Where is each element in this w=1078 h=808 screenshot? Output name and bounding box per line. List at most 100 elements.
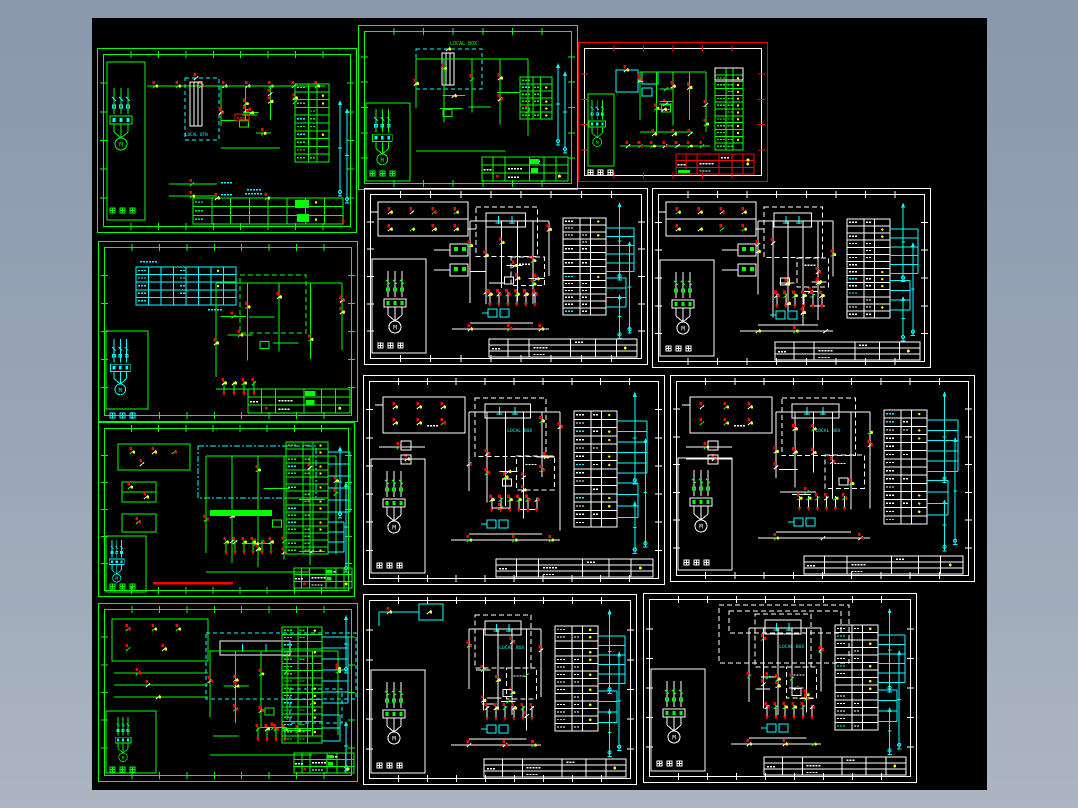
cyan-wiring-comb (878, 634, 906, 683)
motor-symbol: M (382, 471, 406, 534)
sheet-g: M LOCAL BOX (670, 375, 975, 582)
cyan-riser (900, 296, 906, 342)
sheet-l2: M (98, 241, 358, 422)
cyan-riser (607, 708, 612, 757)
schematic-label: M (119, 142, 123, 149)
schematic-label: M (681, 326, 685, 333)
schematic-label: M (381, 158, 385, 164)
terminal-table (294, 83, 330, 163)
terminal-table (562, 217, 607, 316)
title-block (293, 752, 355, 774)
cyan-wiring-comb (322, 714, 341, 742)
terminal-table (554, 625, 599, 732)
cyan-riser (344, 108, 350, 204)
title-block (763, 756, 907, 776)
cyan-wiring-comb (927, 419, 959, 472)
contact-grid-panel (370, 201, 476, 237)
cyan-riser (617, 294, 622, 339)
cyan-wiring-comb (878, 689, 898, 723)
cyan-riser (337, 446, 343, 519)
cyan-riser (607, 609, 612, 694)
cyan-riser (900, 202, 906, 283)
motor-symbol: M (689, 470, 713, 533)
sheet-e: M (652, 188, 931, 368)
sheet-c: M (578, 42, 768, 182)
cyan-wiring-comb (890, 279, 911, 311)
cyan-riser (887, 707, 892, 755)
schematic-label: LOCAL BOX (815, 428, 840, 434)
terminal-table (519, 76, 553, 120)
terminal-table (285, 441, 329, 555)
terminal-table (192, 197, 344, 225)
terminal-table (281, 626, 323, 744)
schematic-label: M (672, 735, 676, 742)
app-background: M LOCAL BTN M M M LOCAL BOX M M M M M LOCAL BOX M LOC… (0, 0, 1078, 808)
cyan-wiring-comb (598, 635, 626, 684)
cyan-riser (942, 499, 947, 552)
ladder-circuit (413, 58, 531, 152)
cyan-riser (896, 650, 902, 750)
motor-symbol: M (371, 109, 393, 166)
motor-symbol: M (109, 339, 131, 396)
terminal-table (846, 218, 891, 319)
sheet-l4: M (98, 603, 358, 782)
schematic-label: LOCAL BOX (450, 41, 477, 47)
cyan-riser (627, 241, 632, 334)
contact-row (255, 724, 289, 742)
contact-row (487, 289, 538, 308)
schematic-label: M (699, 524, 703, 531)
ladder-circuit (207, 650, 342, 756)
sheet-h: MLOCAL BOX (363, 594, 637, 785)
sheet-b: LOCAL BOX M (358, 25, 578, 190)
ladder-circuit (213, 282, 346, 390)
sheet-i: MLOCAL BOX (643, 593, 917, 783)
schematic-label: LOCAL BOX (507, 428, 532, 434)
sheet-d: M (364, 188, 648, 365)
terminal-table (135, 266, 237, 306)
title-block (483, 758, 627, 778)
drawing-canvas[interactable]: M LOCAL BTN M M M LOCAL BOX M M M M M LOCAL BOX M LOC… (92, 18, 987, 790)
cyan-wiring-comb (617, 420, 648, 474)
schematic-label: M (116, 576, 119, 581)
sheet-f: M LOCAL BOX (363, 375, 665, 585)
cyan-riser (337, 100, 343, 197)
ladder-circuit (637, 71, 710, 133)
cyan-riser (343, 482, 349, 573)
terminal-table (573, 410, 618, 528)
motor-symbol: M (383, 271, 407, 334)
cyan-riser (616, 651, 622, 752)
cyan-wiring-comb (606, 277, 627, 308)
cyan-riser (632, 391, 637, 485)
motor-symbol: M (108, 540, 125, 583)
motor-symbol: M (109, 88, 133, 151)
cyan-riser (555, 63, 561, 146)
schematic-label: LOCAL BTN (185, 132, 208, 137)
title-block (488, 338, 638, 358)
contact-row (221, 378, 257, 396)
motor-symbol: M (114, 717, 132, 762)
motor-symbol: M (382, 682, 406, 745)
schematic-label: M (596, 140, 599, 146)
ladder-circuit (218, 85, 299, 149)
motor-symbol: M (671, 272, 695, 335)
cyan-riser (952, 437, 958, 546)
cyan-wiring-comb (322, 636, 349, 704)
ladder-circuit (755, 220, 837, 326)
title-block (247, 388, 351, 414)
cyan-riser (887, 608, 892, 693)
schematic-label: M (122, 755, 125, 761)
contact-row (223, 537, 275, 555)
cyan-riser (632, 501, 637, 554)
schematic-label: M (392, 525, 396, 532)
title-block (293, 567, 353, 589)
schematic-label: M (119, 388, 123, 394)
motor-symbol: M (662, 681, 686, 744)
sheet-l3: M (98, 422, 355, 597)
contact-row (764, 701, 816, 720)
ladder-circuit (467, 220, 553, 324)
terminal-table (883, 409, 928, 525)
terminal-table (834, 624, 879, 731)
title-block (481, 156, 569, 182)
title-block (774, 341, 921, 361)
contact-grid-panel (658, 201, 764, 237)
